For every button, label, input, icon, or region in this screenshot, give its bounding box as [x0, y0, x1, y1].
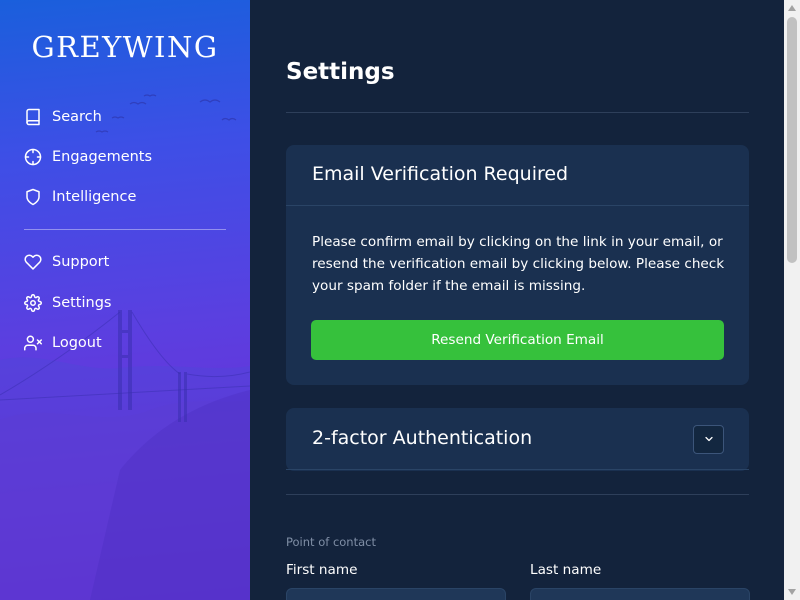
greywing-logo[interactable]: GREYWING	[0, 30, 250, 64]
sidebar-item-logout[interactable]: Logout	[24, 331, 102, 355]
sidebar-item-label: Intelligence	[52, 189, 137, 205]
heart-icon	[24, 253, 42, 271]
shield-icon	[24, 188, 42, 206]
sidebar-item-label: Logout	[52, 335, 102, 351]
page-title: Settings	[286, 59, 395, 85]
crosshair-icon	[24, 148, 42, 166]
gear-icon	[24, 294, 42, 312]
scrollbar-thumb[interactable]	[787, 17, 797, 263]
sidebar-item-engagements[interactable]: Engagements	[24, 145, 152, 169]
first-name-input[interactable]	[286, 588, 506, 600]
section-divider	[286, 494, 749, 495]
sidebar-item-intelligence[interactable]: Intelligence	[24, 185, 136, 209]
email-verification-card: Email Verification Required Please confi…	[286, 145, 749, 385]
sidebar-item-support[interactable]: Support	[24, 250, 109, 274]
user-x-icon	[24, 334, 42, 352]
last-name-input[interactable]	[530, 588, 750, 600]
chevron-down-icon	[703, 430, 715, 449]
scroll-up-arrow-icon[interactable]	[784, 0, 800, 16]
sidebar-item-search[interactable]: Search	[24, 105, 102, 129]
sidebar-item-label: Settings	[52, 295, 112, 311]
last-name-label: Last name	[530, 562, 602, 578]
card-divider	[286, 205, 749, 206]
sidebar-item-label: Engagements	[52, 149, 153, 165]
settings-main: Settings Email Verification Required Ple…	[250, 0, 784, 600]
sidebar-item-settings[interactable]: Settings	[24, 291, 111, 315]
sidebar-item-label: Search	[52, 109, 102, 125]
scroll-down-arrow-icon[interactable]	[784, 584, 800, 600]
sidebar-divider	[24, 229, 226, 230]
email-verification-title: Email Verification Required	[312, 163, 569, 185]
point-of-contact-label: Point of contact	[286, 535, 376, 549]
two-factor-auth-title: 2-factor Authentication	[312, 427, 533, 449]
sidebar-item-label: Support	[52, 254, 110, 270]
card-divider	[286, 469, 749, 470]
page-scrollbar[interactable]	[784, 0, 800, 600]
first-name-label: First name	[286, 562, 358, 578]
email-verification-message: Please confirm email by clicking on the …	[312, 234, 725, 294]
sidebar: GREYWING Search Engagements Intelligence…	[0, 0, 250, 600]
title-divider	[286, 112, 749, 113]
expand-two-factor-button[interactable]	[693, 425, 724, 454]
resend-verification-email-button[interactable]: Resend Verification Email	[311, 320, 724, 360]
two-factor-auth-card[interactable]: 2-factor Authentication	[286, 408, 749, 471]
book-icon	[24, 108, 42, 126]
